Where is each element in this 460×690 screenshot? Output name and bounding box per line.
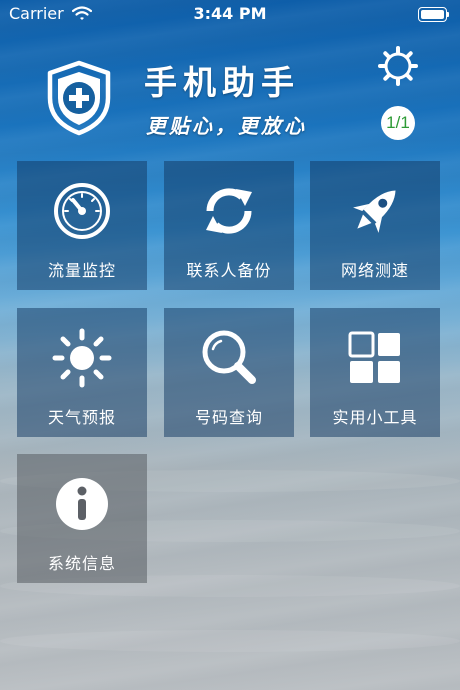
gear-icon[interactable] [377,45,419,87]
app-slogan: 更贴心，更放心 [146,114,307,138]
background-ripple [0,630,460,652]
tile-label: 号码查询 [194,408,263,427]
tile-label: 天气预报 [47,408,116,427]
battery-icon [418,7,449,22]
tile-label: 实用小工具 [332,408,418,427]
sun-icon [52,328,112,388]
tile-weather[interactable]: 天气预报 [17,308,147,437]
tile-label: 流量监控 [47,261,116,280]
grid-icon [348,331,400,383]
speedometer-icon [54,183,110,239]
status-time: 3:44 PM [193,4,267,23]
status-bar: Carrier 3:44 PM [0,0,460,30]
magnifier-icon [202,330,256,384]
sync-icon [206,188,252,234]
tile-label: 网络测速 [340,261,409,280]
tile-number-lookup[interactable]: 号码查询 [164,308,294,437]
rocket-icon [353,190,396,233]
tile-label: 联系人备份 [186,261,272,280]
tile-utility-tools[interactable]: 实用小工具 [310,308,440,437]
tile-system-info[interactable]: 系统信息 [17,454,147,583]
tile-contacts-backup[interactable]: 联系人备份 [164,161,294,290]
shield-plus-icon [47,60,111,136]
tile-traffic-monitor[interactable]: 流量监控 [17,161,147,290]
tile-speed-test[interactable]: 网络测速 [310,161,440,290]
tile-label: 系统信息 [47,554,116,573]
info-icon [56,478,108,530]
app-title: 手机助手 [144,63,300,102]
page-indicator-badge: 1/1 [381,106,415,140]
